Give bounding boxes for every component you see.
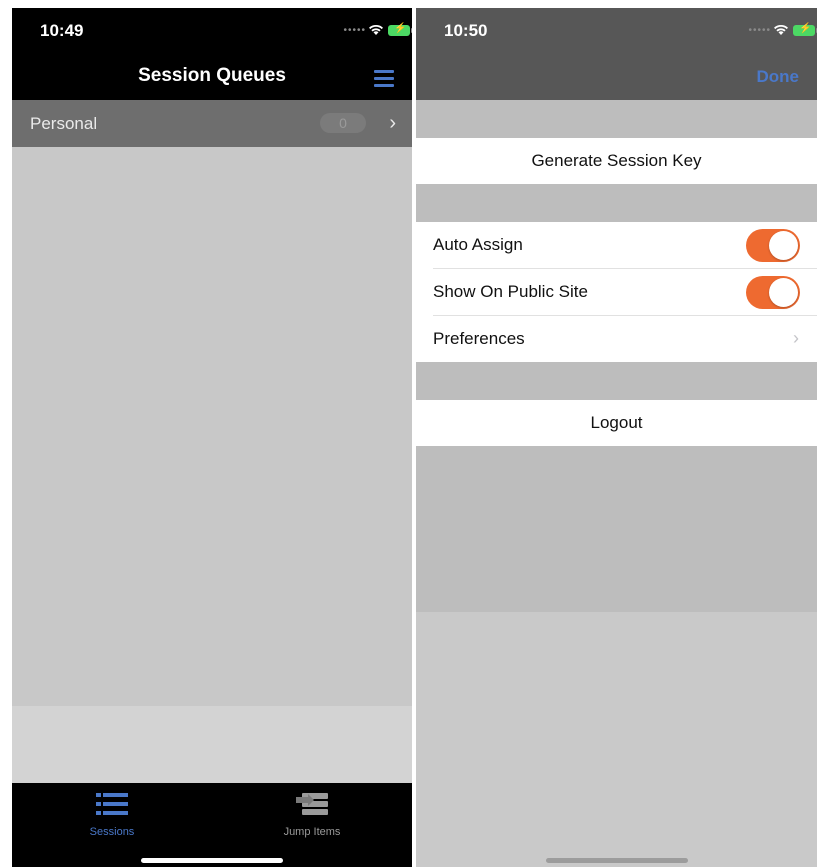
done-button[interactable]: Done xyxy=(757,67,800,87)
preferences-label: Preferences xyxy=(433,329,525,348)
session-queues-screen: 10:49 ••••• ⚡ Session Queues Personal 0 … xyxy=(12,8,412,867)
toggle-knob xyxy=(769,231,798,260)
preferences-row[interactable]: Preferences › xyxy=(416,316,817,362)
queue-label: Personal xyxy=(30,114,98,133)
battery-icon: ⚡ xyxy=(388,23,412,36)
auto-assign-label: Auto Assign xyxy=(433,235,523,254)
auto-assign-toggle[interactable] xyxy=(746,229,800,262)
auto-assign-row: Auto Assign xyxy=(416,222,817,269)
chevron-right-icon: › xyxy=(793,328,799,348)
jump-items-icon xyxy=(296,793,328,815)
logout-button[interactable]: Logout xyxy=(416,400,817,446)
home-indicator xyxy=(141,858,283,863)
page-title: Session Queues xyxy=(138,65,286,86)
status-bar: 10:49 ••••• ⚡ xyxy=(12,8,412,52)
navigation-bar: 10:50 ••••• ⚡ Done xyxy=(416,8,817,100)
status-time: 10:49 xyxy=(40,21,84,40)
queue-content-area xyxy=(12,147,412,706)
hamburger-menu-icon[interactable] xyxy=(374,70,394,87)
status-bar: 10:50 ••••• ⚡ xyxy=(416,8,817,52)
tab-sessions[interactable]: Sessions xyxy=(52,793,172,838)
queue-row-personal[interactable]: Personal 0 › xyxy=(12,100,412,147)
queue-count-badge: 0 xyxy=(320,113,366,133)
wifi-icon xyxy=(369,24,383,35)
home-indicator xyxy=(545,858,688,863)
toggle-knob xyxy=(769,278,798,307)
wifi-icon xyxy=(774,24,788,35)
signal-icon: ••••• xyxy=(748,25,771,36)
show-on-public-site-label: Show On Public Site xyxy=(433,282,588,301)
signal-icon: ••••• xyxy=(343,25,366,36)
navigation-bar: 10:49 ••••• ⚡ Session Queues xyxy=(12,8,412,100)
generate-session-key-button[interactable]: Generate Session Key xyxy=(416,138,817,184)
chevron-right-icon: › xyxy=(389,112,396,134)
tab-label: Sessions xyxy=(89,826,135,838)
lower-backdrop xyxy=(416,612,817,867)
tab-jump-items[interactable]: Jump Items xyxy=(252,793,372,838)
settings-menu-screen: 10:50 ••••• ⚡ Done Generate Session Key … xyxy=(416,8,817,867)
logout-label: Logout xyxy=(590,413,643,432)
list-icon xyxy=(96,793,128,815)
battery-icon: ⚡ xyxy=(793,23,817,36)
tab-bar: Sessions Jump Items xyxy=(12,783,412,867)
show-on-public-site-row: Show On Public Site xyxy=(416,269,817,316)
generate-session-key-label: Generate Session Key xyxy=(531,151,702,170)
show-on-public-site-toggle[interactable] xyxy=(746,276,800,309)
tab-label: Jump Items xyxy=(283,826,341,838)
status-time: 10:50 xyxy=(444,21,488,40)
